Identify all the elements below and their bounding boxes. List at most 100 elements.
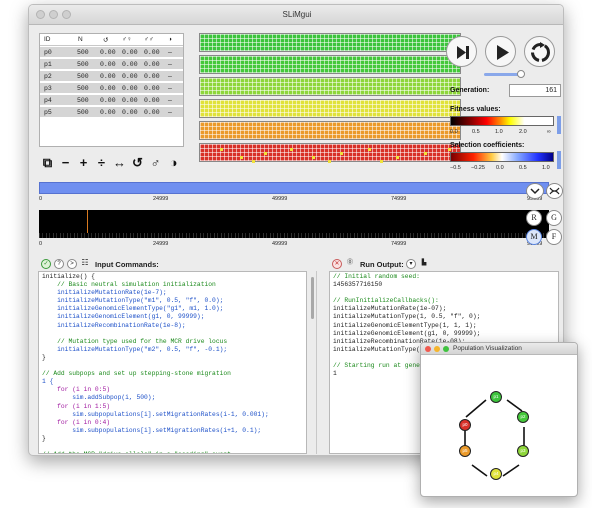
col-n[interactable]: N bbox=[78, 36, 83, 43]
chromosome-display-button[interactable] bbox=[546, 183, 563, 199]
population-node-p5[interactable]: p5 bbox=[459, 445, 471, 457]
selfing-button[interactable]: ↺ bbox=[130, 156, 145, 171]
generation-field[interactable]: 161 bbox=[509, 84, 561, 97]
population-node-p0[interactable]: p0 bbox=[459, 419, 471, 431]
selection-scale bbox=[450, 152, 554, 162]
fitness-tick-2: 1.0 bbox=[495, 129, 503, 135]
chromosome-overview[interactable] bbox=[39, 182, 549, 194]
check-script-button[interactable]: ✓ bbox=[41, 259, 51, 269]
col-malefrac[interactable]: ♂♂ bbox=[144, 36, 154, 43]
splitter[interactable] bbox=[316, 271, 317, 454]
join-button[interactable]: ↔ bbox=[112, 156, 127, 171]
haplotype-grid-p5[interactable] bbox=[199, 143, 461, 163]
row-malefrac: 0.00 bbox=[144, 61, 160, 68]
haplotype-grid-p4[interactable] bbox=[199, 121, 461, 140]
row-n: 500 bbox=[77, 85, 89, 92]
popup-title-bar: Population Visualization bbox=[421, 343, 577, 355]
population-node-p4[interactable]: p4 bbox=[490, 468, 502, 480]
chrom1-tick-0: 0 bbox=[39, 196, 43, 202]
row-id: p1 bbox=[44, 61, 52, 68]
popup-zoom-button[interactable] bbox=[443, 346, 449, 352]
sexes-button[interactable]: ♂ bbox=[148, 156, 163, 171]
row-n: 500 bbox=[77, 49, 89, 56]
col-sexratio[interactable]: ◑ bbox=[168, 36, 172, 43]
popup-close-button[interactable] bbox=[425, 346, 431, 352]
clear-output-button[interactable]: ✕ bbox=[332, 259, 342, 269]
speed-slider-knob[interactable] bbox=[517, 70, 525, 78]
row-selfing: 0.00 bbox=[100, 109, 116, 116]
recycle-button[interactable] bbox=[524, 36, 555, 67]
title-bar: SLiMgui bbox=[29, 5, 563, 25]
haplotype-grid-p1[interactable] bbox=[199, 55, 461, 74]
window-title: SLiMgui bbox=[282, 10, 312, 19]
duplicate-button[interactable]: ⧉ bbox=[40, 156, 55, 171]
variables-button[interactable]: ☷ bbox=[80, 259, 90, 269]
code-line: 1456357716150 bbox=[333, 281, 383, 289]
speed-slider[interactable] bbox=[484, 73, 520, 76]
fitness-scale-slider[interactable] bbox=[557, 116, 561, 134]
editor-scrollbar[interactable] bbox=[311, 277, 314, 319]
fitness-tick-0: 0.0 bbox=[450, 129, 458, 135]
col-id[interactable]: ID bbox=[44, 36, 51, 43]
table-row[interactable]: p4 500 0.00 0.00 0.00 — bbox=[40, 95, 183, 106]
selection-tick-3: 0.5 bbox=[519, 165, 527, 171]
toggle-g-button[interactable]: G bbox=[546, 210, 562, 226]
haplotype-cell bbox=[312, 156, 315, 159]
console-button[interactable]: > bbox=[67, 259, 77, 269]
col-cloning[interactable]: ♂♀ bbox=[122, 36, 132, 43]
play-button[interactable] bbox=[485, 36, 516, 67]
split-button[interactable]: ÷ bbox=[94, 156, 109, 171]
row-n: 500 bbox=[77, 73, 89, 80]
step-button[interactable] bbox=[446, 36, 477, 67]
toggle-m-button[interactable]: M bbox=[526, 229, 542, 245]
chromosome-options-button[interactable] bbox=[526, 183, 544, 199]
toggle-f-button[interactable]: F bbox=[546, 229, 562, 245]
table-row[interactable]: p1 500 0.00 0.00 0.00 — bbox=[40, 59, 183, 70]
code-line: sim.addSubpop(i, 500); bbox=[42, 394, 156, 402]
table-row[interactable]: p5 500 0.00 0.00 0.00 — bbox=[40, 107, 183, 118]
col-selfing[interactable]: ↺ bbox=[103, 36, 108, 44]
row-malefrac: 0.00 bbox=[144, 85, 160, 92]
check-icon: ✓ bbox=[43, 261, 49, 267]
population-table[interactable]: ID N ↺ ♂♀ ♂♂ ◑ p0 500 0.00 0.00 0.00 — p1 500 0.… bbox=[39, 33, 184, 147]
table-row[interactable]: p3 500 0.00 0.00 0.00 — bbox=[40, 83, 183, 94]
selection-scale-slider[interactable] bbox=[557, 151, 561, 169]
chromosome-detail[interactable] bbox=[39, 210, 549, 238]
haplotype-grid-p0[interactable] bbox=[199, 33, 461, 52]
population-visualization-window: Population Visualization p0 p1 p2 p3 p4 p5 bbox=[420, 342, 578, 497]
haplotype-cell bbox=[424, 152, 427, 155]
popup-minimize-button[interactable] bbox=[434, 346, 440, 352]
table-row[interactable]: p0 500 0.00 0.00 0.00 — bbox=[40, 47, 183, 58]
add-button[interactable]: + bbox=[76, 156, 91, 171]
chrom1-tick-3: 74999 bbox=[391, 196, 407, 202]
remove-button[interactable]: − bbox=[58, 156, 73, 171]
toggle-r-button[interactable]: R bbox=[526, 210, 542, 226]
row-sexratio: — bbox=[168, 85, 172, 92]
haplotype-cell bbox=[368, 148, 371, 151]
info-icon: ⓪ bbox=[346, 260, 353, 266]
code-line: 1 { bbox=[42, 378, 54, 386]
chevron-down-icon bbox=[530, 188, 540, 195]
help-button[interactable]: ? bbox=[54, 259, 64, 269]
graph-button[interactable]: ▙ bbox=[419, 259, 429, 269]
population-node-p3[interactable]: p3 bbox=[517, 445, 529, 457]
haplotype-cell bbox=[328, 160, 331, 163]
population-node-p1[interactable]: p1 bbox=[490, 391, 502, 403]
script-editor[interactable]: initialize() { // Basic neutral simulati… bbox=[38, 271, 307, 454]
dna-icon bbox=[549, 187, 560, 195]
row-selfing: 0.00 bbox=[100, 85, 116, 92]
dump-button[interactable]: ⓪ bbox=[345, 259, 355, 269]
fitness-tick-1: 0.5 bbox=[472, 129, 480, 135]
row-cloning: 0.00 bbox=[122, 97, 138, 104]
sex-ratio-button[interactable]: ◑ bbox=[166, 156, 181, 171]
haplotype-grid-p2[interactable] bbox=[199, 77, 461, 96]
population-node-p2[interactable]: p2 bbox=[517, 411, 529, 423]
row-id: p0 bbox=[44, 49, 52, 56]
selection-tick-0: −0.5 bbox=[450, 165, 461, 171]
chrom1-tick-2: 49999 bbox=[272, 196, 288, 202]
output-options-button[interactable]: ▾ bbox=[406, 259, 416, 269]
haplotype-grid-p3[interactable] bbox=[199, 99, 461, 118]
table-row[interactable]: p2 500 0.00 0.00 0.00 — bbox=[40, 71, 183, 82]
